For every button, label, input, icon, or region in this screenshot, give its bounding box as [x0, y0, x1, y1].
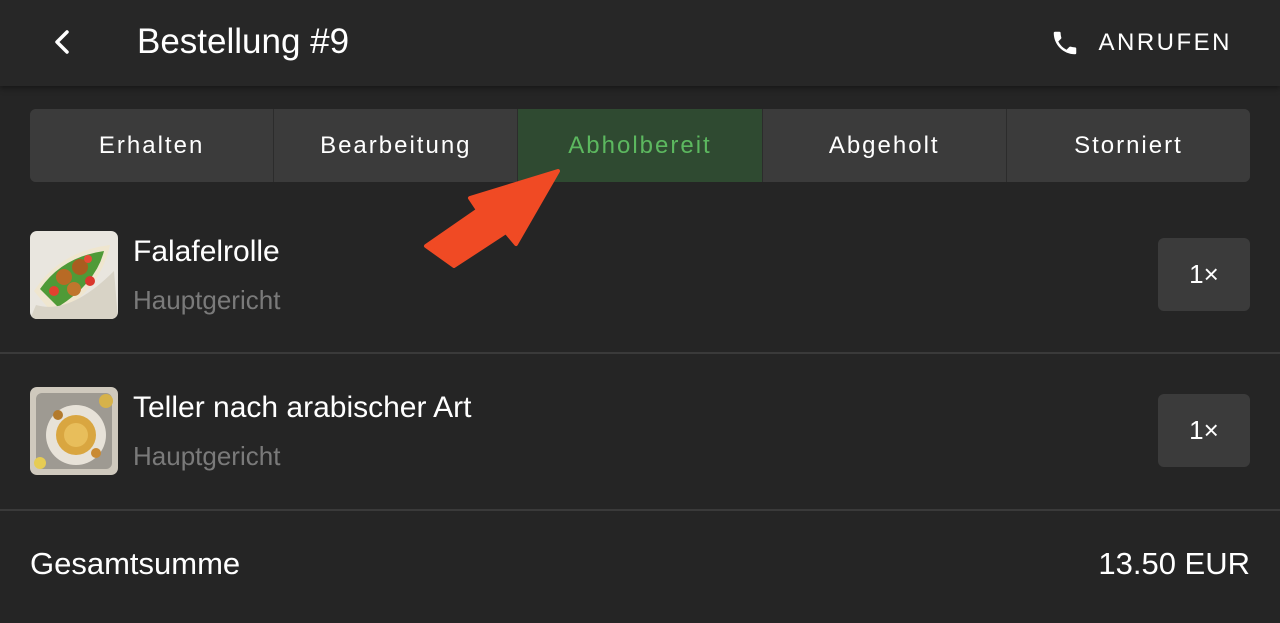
- item-category: Hauptgericht: [133, 441, 281, 471]
- quantity-badge[interactable]: 1×: [1158, 394, 1250, 467]
- call-button[interactable]: ANRUFEN: [1050, 24, 1232, 62]
- total-value: 13.50 EUR: [1098, 546, 1250, 581]
- food-image-falafelrolle: [30, 231, 118, 319]
- chevron-left-icon: [55, 30, 69, 54]
- tab-abgeholt[interactable]: Abgeholt: [762, 109, 1007, 182]
- tab-storniert[interactable]: Storniert: [1006, 109, 1250, 182]
- page-title: Bestellung #9: [137, 22, 350, 61]
- back-button[interactable]: [42, 22, 82, 62]
- item-name: Teller nach arabischer Art: [133, 391, 472, 424]
- item-name: Falafelrolle: [133, 235, 280, 268]
- list-item[interactable]: Teller nach arabischer Art Hauptgericht …: [0, 353, 1280, 511]
- phone-icon: [1054, 31, 1077, 55]
- item-category: Hauptgericht: [133, 285, 281, 315]
- tab-erhalten[interactable]: Erhalten: [30, 109, 275, 182]
- list-item[interactable]: Falafelrolle Hauptgericht 1×: [0, 197, 1280, 354]
- app-bar: Bestellung #9 ANRUFEN: [0, 0, 1280, 86]
- quantity-badge[interactable]: 1×: [1158, 238, 1250, 311]
- food-image-arabischer-teller: [30, 387, 118, 475]
- status-tabs: Erhalten Bearbeitung Abholbereit Abgehol…: [30, 109, 1250, 182]
- call-button-label: ANRUFEN: [1098, 29, 1232, 56]
- total-label: Gesamtsumme: [30, 546, 241, 581]
